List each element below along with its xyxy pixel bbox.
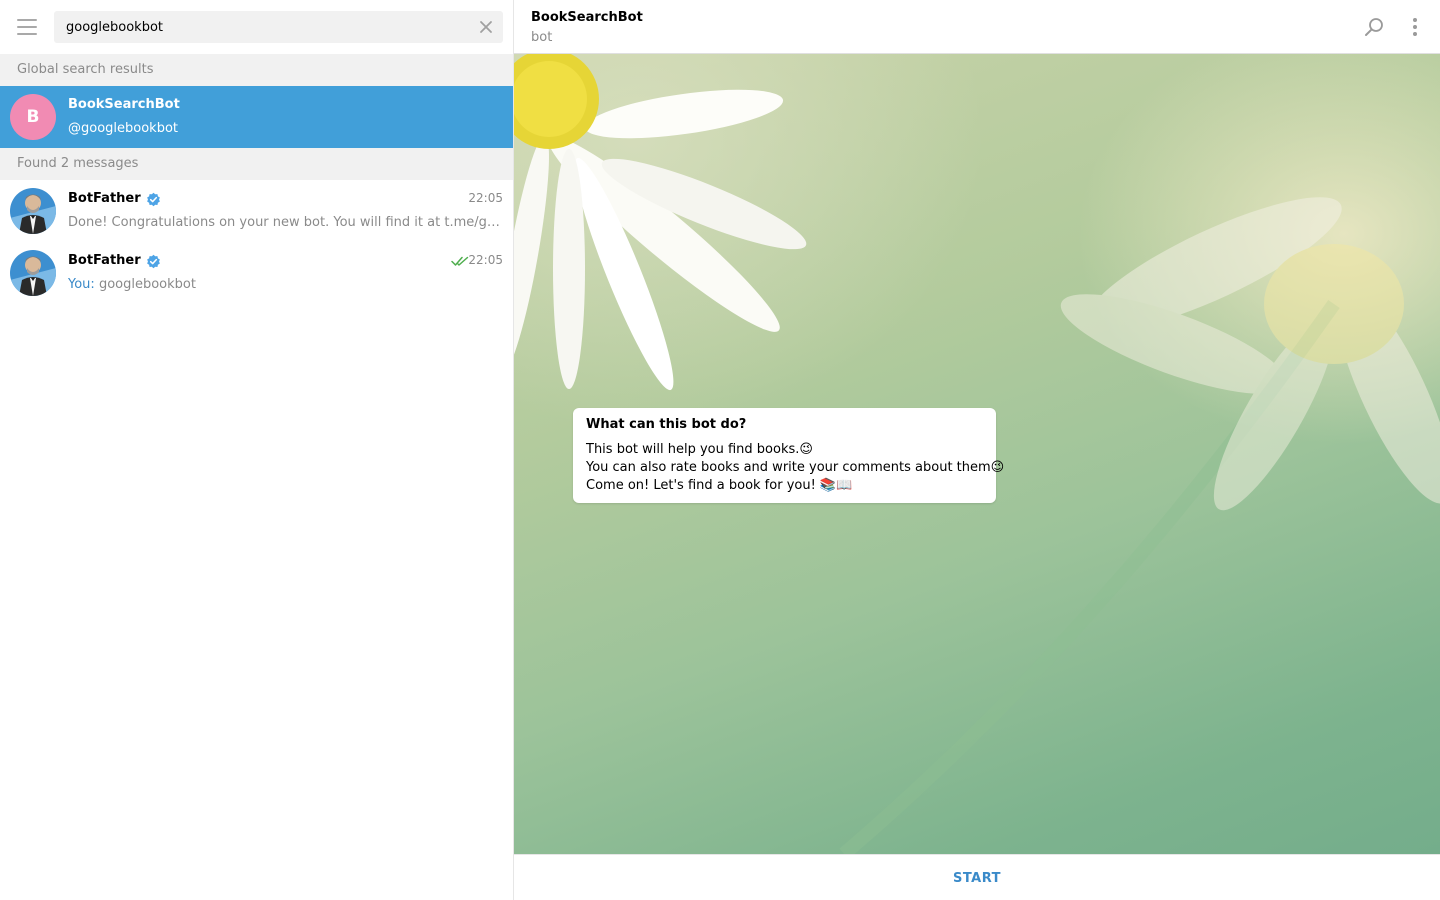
message-preview: You: googlebookbot <box>68 277 502 292</box>
more-options-icon[interactable] <box>1407 17 1423 37</box>
global-search-header: Global search results <box>0 54 513 86</box>
left-topbar <box>0 0 513 54</box>
chat-pane: BookSearchBot bot What can this bot do? … <box>514 0 1440 900</box>
search-icon[interactable] <box>1364 17 1384 37</box>
bot-info-line: You can also rate books and write your c… <box>586 460 1005 475</box>
result-name: BookSearchBot <box>68 97 180 112</box>
message-preview: Done! Congratulations on your new bot. Y… <box>68 215 502 230</box>
chat-title[interactable]: BookSearchBot <box>531 10 643 25</box>
chat-wallpaper: What can this bot do? This bot will help… <box>514 54 1440 854</box>
message-time: 22:05 <box>468 253 503 267</box>
sender-name: BotFather <box>68 253 141 268</box>
search-input[interactable] <box>66 11 466 43</box>
message-result[interactable]: BotFather 22:05 You: googlebookbot <box>0 242 513 304</box>
double-check-icon <box>451 256 469 266</box>
message-result[interactable]: BotFather 22:05 Done! Congratulations on… <box>0 180 513 242</box>
bot-info-card: What can this bot do? This bot will help… <box>573 408 1005 503</box>
message-time: 22:05 <box>468 191 503 205</box>
composer-bar: START <box>514 854 1440 900</box>
you-prefix: You: <box>68 277 95 292</box>
messages-header: Found 2 messages <box>0 148 513 180</box>
hamburger-menu-icon[interactable] <box>17 19 37 35</box>
search-box <box>54 11 503 43</box>
global-result-booksearchbot[interactable]: B BookSearchBot @googlebookbot <box>0 86 513 148</box>
bot-info-line: This bot will help you find books.😉 <box>586 442 813 457</box>
start-button[interactable]: START <box>514 855 1440 900</box>
sender-name: BotFather <box>68 191 141 206</box>
botfather-avatar <box>10 250 56 296</box>
verified-badge-icon <box>147 254 160 269</box>
bot-info-line: Come on! Let's find a book for you! 📚📖 <box>586 478 853 493</box>
chat-status: bot <box>531 30 553 45</box>
bot-info-title: What can this bot do? <box>586 417 747 432</box>
verified-badge-icon <box>147 192 160 207</box>
chat-header: BookSearchBot bot <box>514 0 1440 54</box>
result-username: @googlebookbot <box>68 121 179 136</box>
botfather-avatar <box>10 188 56 234</box>
avatar: B <box>10 94 56 140</box>
message-text: googlebookbot <box>98 277 196 292</box>
chat-list-pane: Global search results B BookSearchBot @g… <box>0 0 514 900</box>
clear-search-icon[interactable] <box>477 18 495 36</box>
